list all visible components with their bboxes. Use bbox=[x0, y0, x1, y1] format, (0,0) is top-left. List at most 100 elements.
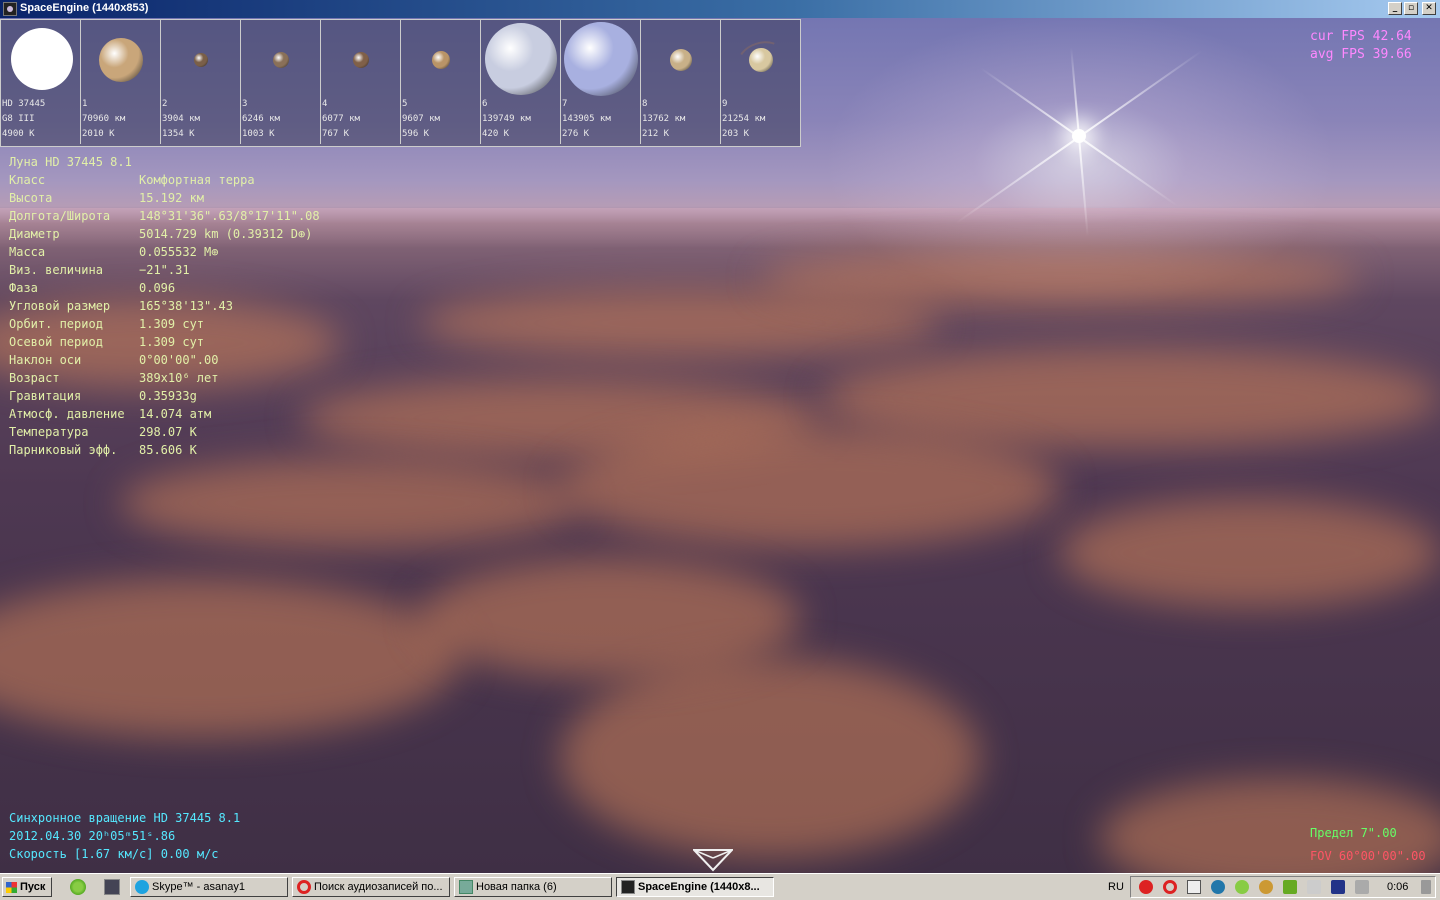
info-key: Высота bbox=[9, 191, 53, 205]
body-id: 3 bbox=[242, 99, 248, 109]
minimize-button[interactable]: _ bbox=[1388, 2, 1402, 15]
status-panel: Синхронное вращение HD 37445 8.1 2012.04… bbox=[9, 809, 240, 863]
body-globe bbox=[353, 52, 369, 68]
body-thumb-9[interactable]: 9 21254 км 203 K bbox=[721, 20, 800, 144]
body-info: 3904 км bbox=[162, 114, 200, 124]
info-row: Класс Комфортная терра bbox=[9, 171, 320, 189]
info-row: Высота 15.192 км bbox=[9, 189, 320, 207]
body-info: 21254 км bbox=[722, 114, 766, 124]
body-thumb-star[interactable]: HD 37445 G8 III 4900 K bbox=[1, 20, 81, 144]
info-key: Атмосф. давление bbox=[9, 407, 125, 421]
tray-display-icon[interactable] bbox=[1331, 880, 1345, 894]
task-folder[interactable]: Новая папка (6) bbox=[454, 877, 612, 897]
body-thumb-4[interactable]: 4 6077 км 767 K bbox=[321, 20, 401, 144]
body-temp: 596 K bbox=[402, 129, 430, 139]
info-value: 165°38'13".43 bbox=[139, 299, 233, 313]
cur-fps: cur FPS 42.64 bbox=[1310, 29, 1412, 44]
volume-icon[interactable] bbox=[1355, 880, 1369, 894]
body-temp: 2010 K bbox=[82, 129, 115, 139]
body-info: 9607 км bbox=[402, 114, 440, 124]
body-info: 13762 км bbox=[642, 114, 686, 124]
tray-globe-icon[interactable] bbox=[1259, 880, 1273, 894]
info-row: Возраст 389x10⁶ лет bbox=[9, 369, 320, 387]
body-info: G8 III bbox=[2, 114, 35, 124]
info-value: 0.35933g bbox=[139, 389, 197, 403]
body-id: 2 bbox=[162, 99, 168, 109]
body-thumb-3[interactable]: 3 6246 км 1003 K bbox=[241, 20, 321, 144]
cloud bbox=[560, 658, 980, 858]
info-key: Наклон оси bbox=[9, 353, 82, 367]
body-info: 6246 км bbox=[242, 114, 280, 124]
info-header: Луна HD 37445 8.1 bbox=[9, 155, 132, 169]
body-globe bbox=[11, 28, 73, 90]
body-id: 1 bbox=[82, 99, 88, 109]
task-opera[interactable]: Поиск аудиозаписей по... bbox=[292, 877, 450, 897]
body-temp: 276 K bbox=[562, 129, 590, 139]
skype-icon bbox=[135, 880, 149, 894]
body-temp: 767 K bbox=[322, 129, 350, 139]
restore-button[interactable]: ▫ bbox=[1404, 2, 1418, 15]
body-id: 4 bbox=[322, 99, 328, 109]
magnitude-limit: Предел 7".00 bbox=[1310, 826, 1397, 840]
task-skype[interactable]: Skype™ - asanay1 bbox=[130, 877, 288, 897]
info-value: 14.074 атм bbox=[139, 407, 212, 421]
info-value: 298.07 K bbox=[139, 425, 197, 439]
body-temp: 420 K bbox=[482, 129, 510, 139]
info-row: Орбит. период 1.309 сут bbox=[9, 315, 320, 333]
tray-recycle-icon[interactable] bbox=[1235, 880, 1249, 894]
body-id: 6 bbox=[482, 99, 488, 109]
info-value: 1.309 сут bbox=[139, 335, 205, 349]
planet-ring bbox=[732, 35, 790, 83]
body-thumb-7[interactable]: 7 143905 км 276 K bbox=[561, 20, 641, 144]
info-value: 0.096 bbox=[139, 281, 176, 295]
info-row: Масса 0.055532 M⊕ bbox=[9, 243, 320, 261]
network-meter-icon[interactable] bbox=[1187, 880, 1201, 894]
body-thumb-6[interactable]: 6 139749 км 420 K bbox=[481, 20, 561, 144]
task-label: Новая папка (6) bbox=[476, 881, 557, 893]
body-temp: 1003 K bbox=[242, 129, 275, 139]
start-button[interactable]: Пуск bbox=[2, 877, 52, 897]
info-rows: Класс Комфортная терра Высота 15.192 км Долг… bbox=[9, 171, 320, 459]
body-temp: 1354 K bbox=[162, 129, 195, 139]
body-id: 7 bbox=[562, 99, 568, 109]
body-thumb-5[interactable]: 5 9607 км 596 K bbox=[401, 20, 481, 144]
body-info: 70960 км bbox=[82, 114, 126, 124]
recycle-quicklaunch-icon[interactable] bbox=[70, 879, 86, 895]
info-value: 389x10⁶ лет bbox=[139, 371, 219, 385]
info-key: Фаза bbox=[9, 281, 38, 295]
info-value: 1.309 сут bbox=[139, 317, 205, 331]
info-row: Атмосф. давление 14.074 атм bbox=[9, 405, 320, 423]
body-info: 6077 км bbox=[322, 114, 360, 124]
body-thumb-8[interactable]: 8 13762 км 212 K bbox=[641, 20, 721, 144]
body-globe bbox=[432, 51, 450, 69]
info-row: Парниковый эфф. 85.606 K bbox=[9, 441, 320, 459]
cloud bbox=[420, 558, 800, 678]
info-row: Диаметр 5014.729 km (0.39312 D⊕) bbox=[9, 225, 320, 243]
navigation-arrow-icon bbox=[693, 849, 733, 872]
body-thumb-1[interactable]: 1 70960 км 2010 K bbox=[81, 20, 161, 144]
info-value: 0°00'00".00 bbox=[139, 353, 219, 367]
tray-app-icon[interactable] bbox=[1139, 880, 1153, 894]
tray-arrow-icon[interactable] bbox=[1421, 880, 1431, 894]
task-spaceengine[interactable]: SpaceEngine (1440x8... bbox=[616, 877, 774, 897]
object-info-panel: Луна HD 37445 8.1 Класс Комфортная терра В… bbox=[9, 153, 320, 459]
info-key: Гравитация bbox=[9, 389, 82, 403]
desktop-quicklaunch-icon[interactable] bbox=[104, 879, 120, 895]
clock[interactable]: 0:06 bbox=[1387, 881, 1408, 893]
info-row: Долгота/Широта 148°31'36".63/8°17'11".08 bbox=[9, 207, 320, 225]
field-of-view: FOV 60°00'00".00 bbox=[1310, 849, 1426, 863]
tray-security-icon[interactable] bbox=[1307, 880, 1321, 894]
nvidia-icon[interactable] bbox=[1283, 880, 1297, 894]
tray-refresh-icon[interactable] bbox=[1211, 880, 1225, 894]
spaceengine-app-icon[interactable] bbox=[3, 2, 17, 16]
window-title-bar[interactable]: SpaceEngine (1440x853) _ ▫ ✕ bbox=[0, 0, 1440, 18]
info-value: Комфортная терра bbox=[139, 173, 255, 187]
language-indicator[interactable]: RU bbox=[1108, 881, 1124, 893]
task-label: Skype™ - asanay1 bbox=[152, 881, 245, 893]
body-thumb-2[interactable]: 2 3904 км 1354 K bbox=[161, 20, 241, 144]
opera-tray-icon[interactable] bbox=[1163, 880, 1177, 894]
info-row: Гравитация 0.35933g bbox=[9, 387, 320, 405]
task-label: Поиск аудиозаписей по... bbox=[314, 881, 443, 893]
datetime: 2012.04.30 20ʰ05ᵐ51ˢ.86 bbox=[9, 829, 176, 843]
close-button[interactable]: ✕ bbox=[1422, 2, 1436, 15]
